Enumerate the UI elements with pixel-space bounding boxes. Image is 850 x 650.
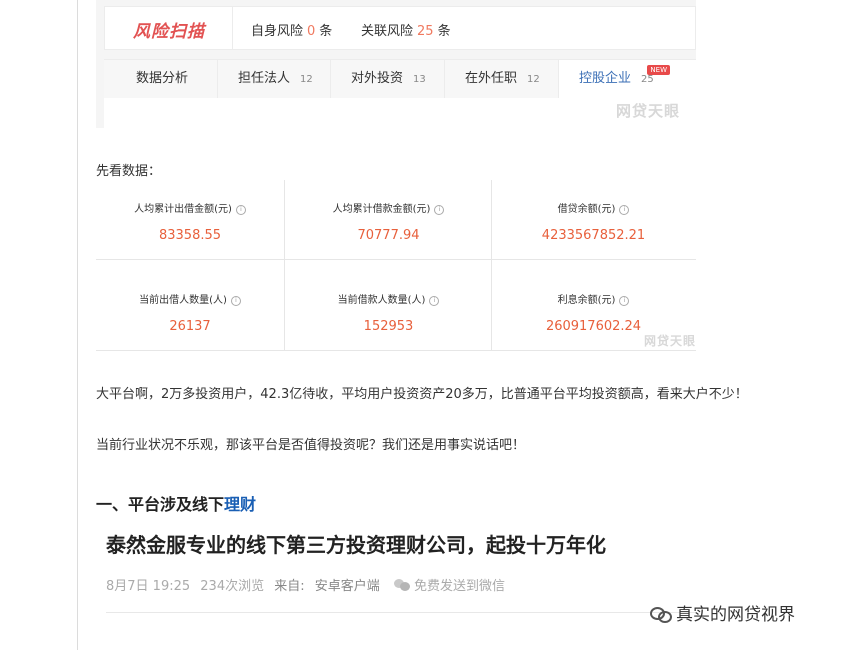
stat-loan-balance: 借贷余额(元) i 4233567852.21 <box>491 180 696 265</box>
tab-count: 12 <box>527 74 540 85</box>
page-left-border <box>77 0 78 650</box>
stat-label: 当前出借人数量(人) i <box>96 291 284 306</box>
related-risk-count: 25 <box>417 24 434 39</box>
stat-label-text: 当前借款人数量(人) <box>337 295 426 306</box>
tab-holding-companies[interactable]: 控股企业 25 NEW <box>559 60 696 98</box>
risk-scan-title: 风险扫描 <box>133 22 205 42</box>
stat-lenders: 当前出借人数量(人) i 26137 <box>96 266 284 351</box>
header-divider <box>232 7 233 49</box>
grid-divider <box>96 350 696 351</box>
paragraph: 当前行业状况不乐观，那该平台是否值得投资呢？我们还是用事实说话吧！ <box>96 438 526 453</box>
stat-label: 借贷余额(元) i <box>491 200 696 215</box>
new-badge: NEW <box>647 65 670 75</box>
section-heading-text: 一、平台涉及线下 <box>96 495 225 514</box>
meta-divider <box>106 612 696 613</box>
wechat-icon <box>393 579 410 591</box>
lead-text: 先看数据： <box>96 164 162 179</box>
stat-label-text: 利息余额(元) <box>557 295 616 306</box>
section-heading-highlight[interactable]: 理财 <box>224 495 256 514</box>
info-icon[interactable]: i <box>230 296 241 306</box>
wechat-account-icon <box>650 605 672 623</box>
article-source: 安卓客户端 <box>314 579 380 594</box>
tab-label: 对外投资 <box>351 71 404 86</box>
stat-label: 利息余额(元) i <box>491 291 696 306</box>
tab-label: 控股企业 <box>579 71 632 86</box>
watermark: 网贷天眼 <box>644 334 697 348</box>
grid-divider <box>284 180 285 351</box>
tab-data-analysis[interactable]: 数据分析 <box>104 60 218 98</box>
stat-label-text: 借贷余额(元) <box>557 204 616 215</box>
stat-borrowers: 当前借款人数量(人) i 152953 <box>286 266 491 351</box>
stats-grid: 人均累计出借金额(元) i 83358.55 人均累计借款金额(元) i 70777… <box>96 180 696 351</box>
self-risk-label: 自身风险 <box>251 24 304 39</box>
grid-divider <box>491 180 492 351</box>
info-icon[interactable]: i <box>235 205 246 215</box>
paragraph: 大平台啊，2万多投资用户，42.3亿待收，平均用户投资资产20多万，比普通平台平… <box>96 387 748 402</box>
risk-tabs: 数据分析 担任法人 12 对外投资 13 在外任职 12 控股企业 25 NEW <box>104 59 696 99</box>
stat-avg-lend: 人均累计出借金额(元) i 83358.55 <box>96 180 284 265</box>
self-risk[interactable]: 自身风险 0 条 <box>251 20 332 39</box>
stat-label-text: 人均累计借款金额(元) <box>332 204 431 215</box>
self-risk-unit: 条 <box>319 24 333 39</box>
risk-scan-header: 风险扫描 自身风险 0 条 关联风险 25 条 <box>104 6 696 50</box>
related-risk-label: 关联风险 <box>361 24 414 39</box>
tab-legal-rep[interactable]: 担任法人 12 <box>218 60 331 98</box>
info-icon[interactable]: i <box>619 296 630 306</box>
tab-count: 25 <box>641 74 654 85</box>
signature-text: 真实的网贷视界 <box>676 605 795 625</box>
section-heading: 一、平台涉及线下理财 <box>96 491 256 515</box>
risk-scan-card: 风险扫描 自身风险 0 条 关联风险 25 条 数据分析 担任法人 12 对外投资 13 在… <box>96 0 696 128</box>
related-risk-unit: 条 <box>437 24 451 39</box>
stat-label: 当前借款人数量(人) i <box>286 291 491 306</box>
stat-label: 人均累计出借金额(元) i <box>96 200 284 215</box>
grid-divider <box>96 259 696 260</box>
signature: 真实的网贷视界 <box>650 600 795 625</box>
watermark: 网贷天眼 <box>616 102 681 120</box>
stat-label-text: 人均累计出借金额(元) <box>134 204 232 215</box>
tab-label: 在外任职 <box>465 71 518 86</box>
related-risk[interactable]: 关联风险 25 条 <box>361 20 451 39</box>
tab-investments[interactable]: 对外投资 13 <box>331 60 445 98</box>
share-wechat-link[interactable]: 免费发送到微信 <box>414 579 505 594</box>
stat-value: 152953 <box>363 319 414 334</box>
from-label: 来自: <box>274 579 305 594</box>
info-icon[interactable]: i <box>434 205 445 215</box>
article-date: 8月7日 19:25 <box>106 579 191 594</box>
stat-label-text: 当前出借人数量(人) <box>139 295 227 306</box>
stat-value: 26137 <box>169 319 211 334</box>
tab-positions[interactable]: 在外任职 12 <box>445 60 559 98</box>
info-icon[interactable]: i <box>619 205 630 215</box>
info-icon[interactable]: i <box>429 296 440 306</box>
stat-value: 4233567852.21 <box>541 228 646 243</box>
stat-value: 70777.94 <box>357 228 420 243</box>
article-meta: 8月7日 19:25 234次浏览 来自: 安卓客户端 免费发送到微信 <box>106 575 511 594</box>
article-views: 234次浏览 <box>200 579 265 594</box>
stat-label: 人均累计借款金额(元) i <box>286 200 491 215</box>
tab-count: 13 <box>413 74 426 85</box>
self-risk-count: 0 <box>307 24 316 39</box>
stat-avg-borrow: 人均累计借款金额(元) i 70777.94 <box>286 180 491 265</box>
tab-label: 数据分析 <box>136 71 189 86</box>
stat-value: 83358.55 <box>158 228 222 243</box>
article-title[interactable]: 泰然金服专业的线下第三方投资理财公司，起投十万年化 <box>106 529 606 558</box>
tab-count: 12 <box>300 74 313 85</box>
risk-scan-body: 网贷天眼 <box>104 98 696 128</box>
tab-label: 担任法人 <box>238 71 291 86</box>
